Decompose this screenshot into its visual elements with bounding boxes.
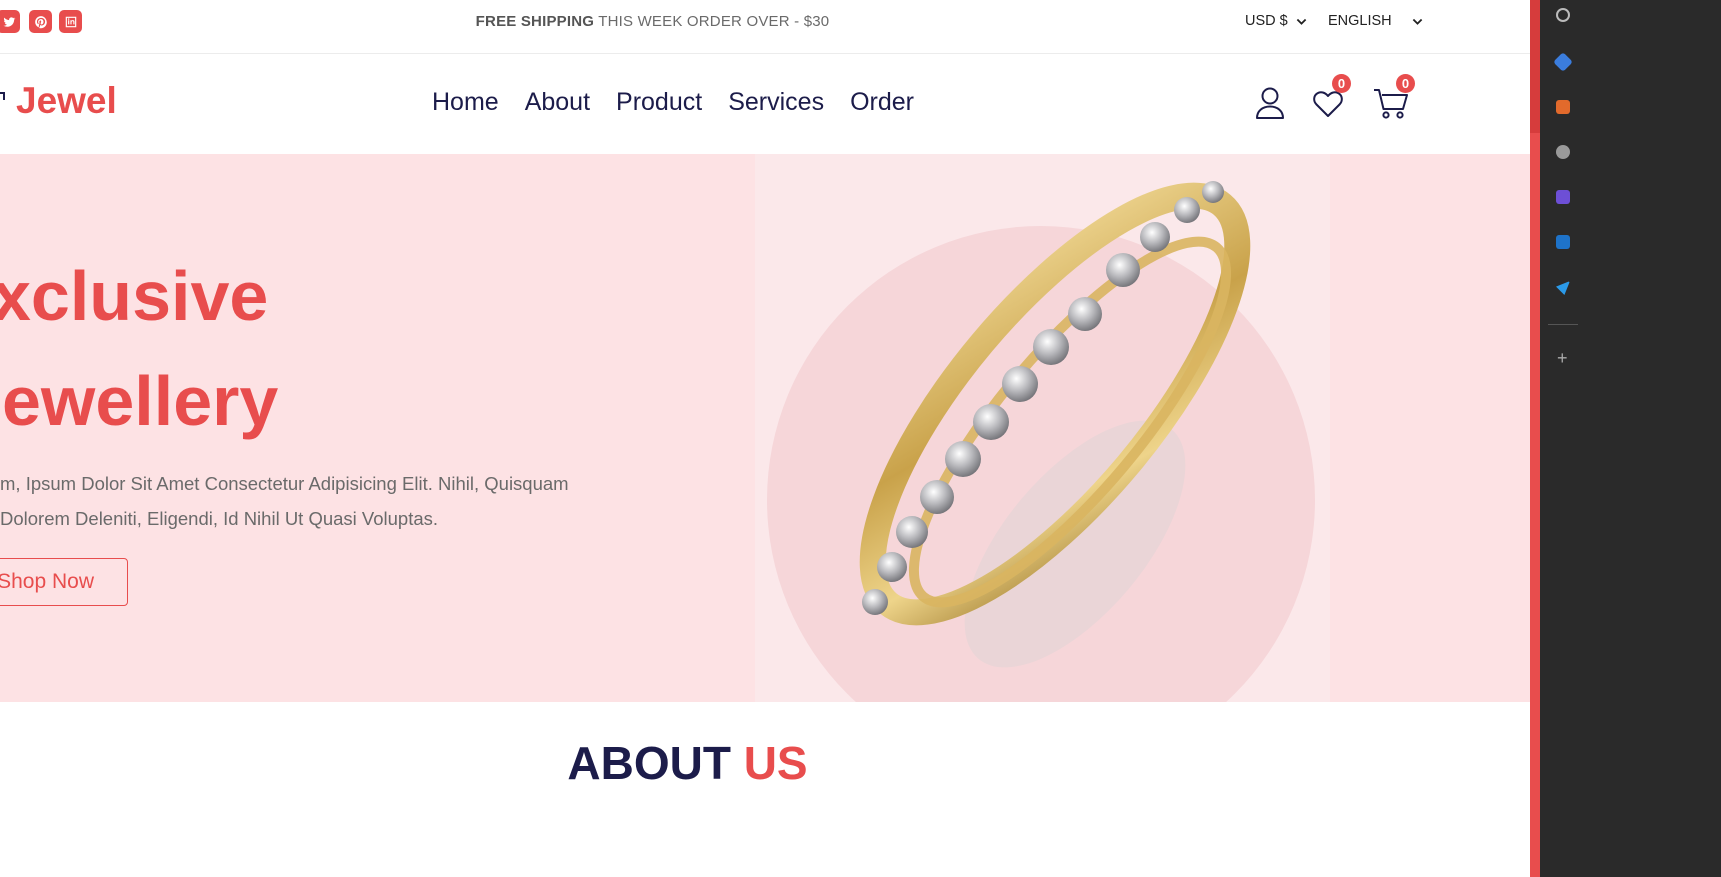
cart-count-badge: 0 [1396, 74, 1415, 93]
currency-dropdown[interactable]: USD $ [1245, 13, 1307, 29]
user-icon[interactable] [1254, 86, 1286, 120]
ring-image [859, 181, 1251, 668]
nav-product[interactable]: Product [616, 88, 702, 117]
hero-description: m, Ipsum Dolor Sit Amet Consectetur Adip… [0, 466, 602, 536]
search-icon[interactable] [1556, 8, 1570, 22]
chevron-down-icon [1412, 18, 1422, 25]
add-icon[interactable]: + [1557, 348, 1568, 369]
free-shipping-notice: FREE SHIPPING THIS WEEK ORDER OVER - $30 [0, 13, 1305, 30]
currency-label: USD $ [1245, 13, 1288, 29]
main-header: Jewel Home About Product Services Order … [0, 54, 1530, 154]
shipping-rest-text: THIS WEEK ORDER OVER - $30 [594, 13, 830, 30]
main-nav: Home About Product Services Order [432, 88, 914, 117]
hero-text-line2: Dolorem Deleniti, Eligendi, Id Nihil Ut … [0, 508, 439, 529]
hero-heading-line1: xclusive [0, 257, 269, 335]
wishlist-count-badge: 0 [1332, 74, 1351, 93]
top-bar: FREE SHIPPING THIS WEEK ORDER OVER - $30… [0, 0, 1530, 54]
about-title-part2: US [743, 737, 808, 789]
language-label: ENGLISH [1328, 13, 1392, 29]
scrollbar-thumb[interactable] [1530, 0, 1540, 133]
hero-banner: xclusive ewellery m, Ipsum Dolor Sit Ame… [0, 154, 1530, 702]
shipping-bold-text: FREE SHIPPING [475, 13, 595, 30]
language-dropdown[interactable]: ENGLISH [1328, 13, 1423, 29]
page: FREE SHIPPING THIS WEEK ORDER OVER - $30… [0, 0, 1530, 877]
outlook-icon[interactable] [1556, 235, 1570, 249]
briefcase-icon[interactable] [1556, 100, 1570, 114]
nav-about[interactable]: About [525, 88, 590, 117]
logo-mark-icon [0, 92, 5, 100]
about-heading: ABOUT US [0, 736, 1375, 790]
nav-home[interactable]: Home [432, 88, 499, 117]
nav-order[interactable]: Order [850, 88, 914, 117]
person-icon[interactable] [1556, 145, 1570, 159]
sidebar-divider [1548, 324, 1578, 325]
shop-now-button[interactable]: Shop Now [0, 558, 128, 606]
office-icon[interactable] [1556, 190, 1570, 204]
chevron-down-icon [1296, 18, 1306, 25]
about-title-part1: ABOUT [567, 737, 731, 789]
logo[interactable]: Jewel [16, 80, 117, 122]
hero-heading-line2: ewellery [2, 362, 279, 440]
hero-text-line1: m, Ipsum Dolor Sit Amet Consectetur Adip… [0, 473, 569, 494]
browser-sidebar [1540, 0, 1721, 877]
nav-services[interactable]: Services [728, 88, 824, 117]
